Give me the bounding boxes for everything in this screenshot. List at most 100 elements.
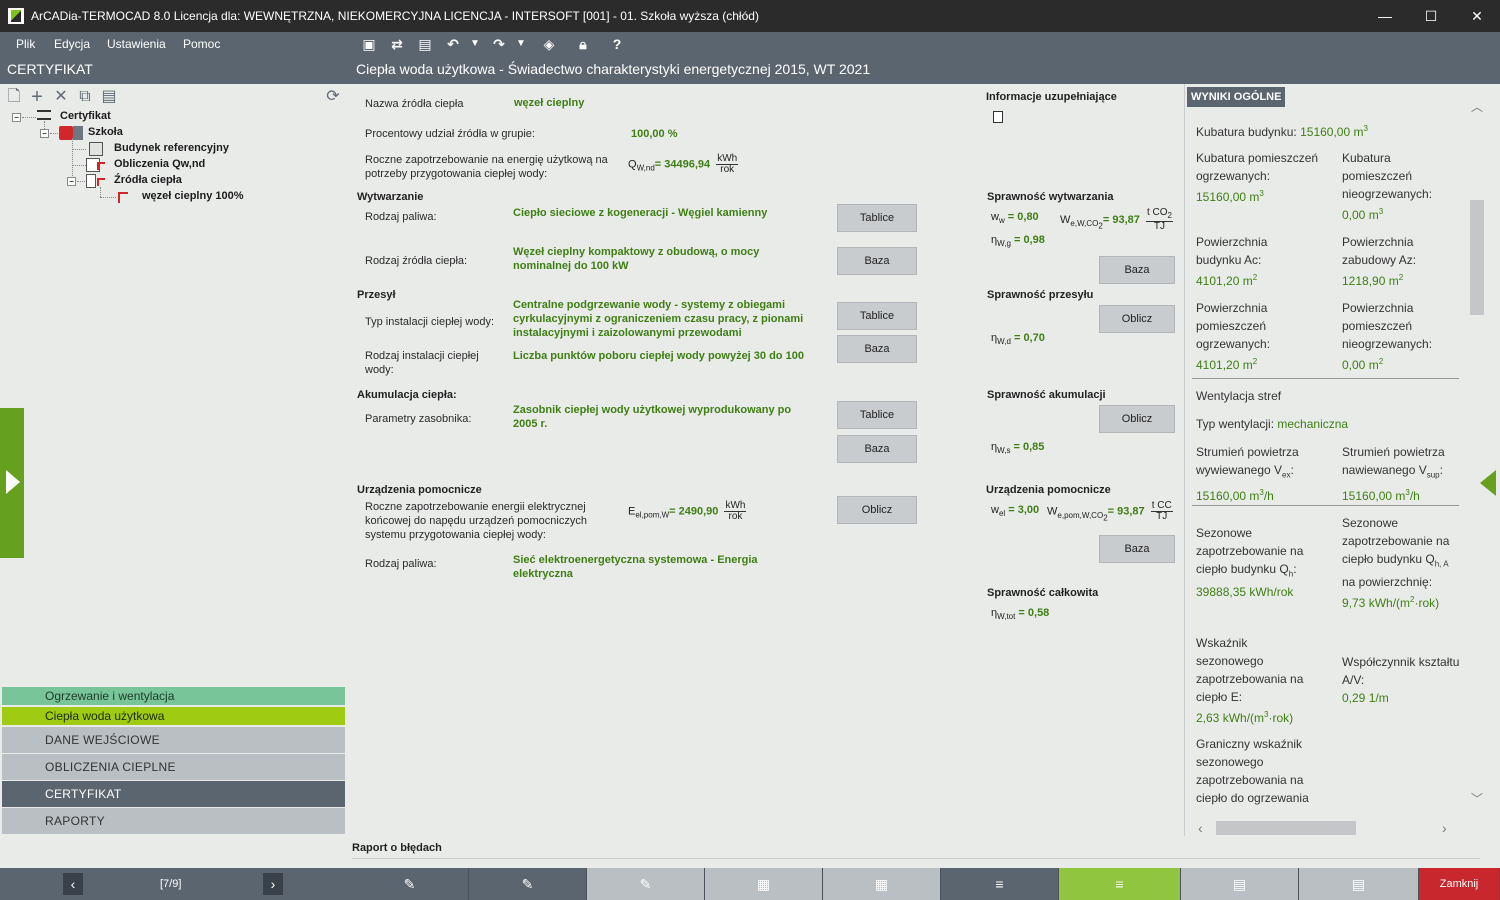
installation-kind-value[interactable]: Liczba punktów poboru ciepłej wody powyż… xyxy=(513,349,813,363)
list-active-icon[interactable]: ≡ xyxy=(1059,868,1181,900)
scroll-thumb[interactable] xyxy=(1470,200,1484,315)
maximize-button[interactable]: ☐ xyxy=(1408,0,1454,32)
reference-building-icon xyxy=(89,142,103,156)
flag-icon xyxy=(97,178,105,186)
copy-icon[interactable]: ⧉ xyxy=(76,88,94,106)
section-transfer: Przesył xyxy=(357,289,396,301)
app-logo-icon xyxy=(8,8,24,24)
notes-icon[interactable] xyxy=(993,111,1003,123)
add-document-icon[interactable]: 🗋 xyxy=(5,88,23,106)
aux-fuel-value[interactable]: Sieć elektroenergetyczna systemowa - Ene… xyxy=(513,553,813,581)
ventilation-type: Typ wentylacji: mechaniczna xyxy=(1196,417,1349,431)
lock-icon[interactable]: 🔒︎ xyxy=(574,35,592,53)
storage-calc-button[interactable]: Oblicz xyxy=(1099,405,1175,433)
delete-icon[interactable]: ✕ xyxy=(52,88,70,106)
menu-help[interactable]: Pomoc xyxy=(183,37,220,51)
layers-icon[interactable]: ◈ xyxy=(540,35,558,53)
save-icon[interactable]: ▣ xyxy=(360,35,378,53)
tank-value[interactable]: Zasobnik ciepłej wody użytkowej wyproduk… xyxy=(513,403,818,431)
paste-icon[interactable]: ▤ xyxy=(100,88,118,106)
table-icon[interactable]: ▦ xyxy=(705,868,823,900)
title-bar: ArCADia-TERMOCAD 8.0 Licencja dla: WEWNĘ… xyxy=(0,0,1500,32)
total-eta-formula: ηW,tot = 0,58 xyxy=(991,607,1050,622)
nav-certificate[interactable]: CERTYFIKAT xyxy=(2,781,345,807)
heat-source-base-button[interactable]: Baza xyxy=(837,247,917,275)
tree-node-szkola[interactable]: Szkoła xyxy=(88,126,123,138)
installation-base-button[interactable]: Baza xyxy=(837,335,917,363)
doc-edit-icon[interactable]: ✎ xyxy=(469,868,587,900)
installation-type-value[interactable]: Centralne podgrzewanie wody - systemy z … xyxy=(513,298,823,340)
next-page-button[interactable]: › xyxy=(263,873,283,895)
redo-icon[interactable]: ↷ xyxy=(490,35,508,53)
storage-eta-formula: ηW,s = 0,85 xyxy=(991,441,1045,456)
fuel-tables-button[interactable]: Tablice xyxy=(837,204,917,232)
installation-tables-button[interactable]: Tablice xyxy=(837,302,917,330)
list-icon xyxy=(37,110,51,120)
tank-label: Parametry zasobnika: xyxy=(365,413,472,425)
table-icon[interactable]: ▦ xyxy=(823,868,941,900)
volume-value: 15160,00 m xyxy=(1300,125,1364,139)
add-icon[interactable]: + xyxy=(28,87,46,107)
menu-edit[interactable]: Edycja xyxy=(54,37,90,51)
nav-reports[interactable]: RAPORTY xyxy=(2,808,345,834)
undo-dropdown-icon[interactable]: ▼ xyxy=(466,35,484,53)
scroll-left-icon[interactable]: ‹ xyxy=(1198,820,1203,836)
scroll-up-icon[interactable]: ︿ xyxy=(1468,98,1486,115)
transfer-calc-button[interactable]: Oblicz xyxy=(1099,305,1175,333)
aux-calc-button[interactable]: Oblicz xyxy=(837,496,917,524)
project-tree: − Certyfikat − Szkoła Budynek referencyj… xyxy=(0,109,348,209)
left-header: CERTYFIKAT xyxy=(0,56,348,84)
collapse-toggle[interactable]: − xyxy=(40,129,49,138)
sync-icon[interactable]: ⇄ xyxy=(388,35,406,53)
preview-icon[interactable]: ▤ xyxy=(416,35,434,53)
prev-page-button[interactable]: ‹ xyxy=(63,873,83,895)
tree-node-obliczenia[interactable]: Obliczenia Qw,nd xyxy=(114,158,205,170)
document-icon[interactable]: ▤ xyxy=(1181,868,1299,900)
shape-factor: Współczynnik kształtu A/V: 0,29 1/m xyxy=(1342,655,1460,705)
heat-source-value[interactable]: Węzeł cieplny kompaktowy z obudową, o mo… xyxy=(513,245,813,273)
doc-edit-icon[interactable]: ✎ xyxy=(351,868,469,900)
nav-heating-ventilation[interactable]: Ogrzewanie i wentylacja xyxy=(2,687,345,705)
list-icon[interactable]: ≡ xyxy=(941,868,1059,900)
nav-input-data[interactable]: DANE WEJŚCIOWE xyxy=(2,727,345,753)
collapse-left-tab-icon[interactable] xyxy=(0,408,24,558)
doc-edit-icon[interactable]: ✎ xyxy=(587,868,705,900)
document-icon[interactable]: ▤ xyxy=(1299,868,1419,900)
tree-toolbar: 🗋 + ✕ ⧉ ▤ ⟳ xyxy=(2,86,347,108)
source-name-value[interactable]: węzeł cieplny xyxy=(514,96,584,110)
close-window-button[interactable]: ✕ xyxy=(1454,0,1500,32)
scroll-right-icon[interactable]: › xyxy=(1442,820,1447,836)
help-icon[interactable]: ? xyxy=(608,35,626,53)
ventilation-title: Wentylacja stref xyxy=(1196,389,1282,403)
collapse-toggle[interactable]: − xyxy=(67,177,76,186)
close-button[interactable]: Zamknij xyxy=(1419,868,1500,900)
tank-base-button[interactable]: Baza xyxy=(837,435,917,463)
section-storage: Akumulacja ciepła: xyxy=(357,389,457,401)
undo-icon[interactable]: ↶ xyxy=(444,35,462,53)
tree-node-zrodla-ciepla[interactable]: Źródła ciepła xyxy=(114,174,182,186)
tree-node-budynek-referencyjny[interactable]: Budynek referencyjny xyxy=(114,142,229,154)
refresh-icon[interactable]: ⟳ xyxy=(324,88,342,106)
minimize-button[interactable]: — xyxy=(1362,0,1408,32)
aux-fuel-label: Rodzaj paliwa: xyxy=(365,558,437,570)
menu-settings[interactable]: Ustawienia xyxy=(107,37,166,51)
menu-file[interactable]: Plik xyxy=(16,37,35,51)
fuel-value[interactable]: Ciepło sieciowe z kogeneracji - Węgiel k… xyxy=(513,206,823,220)
heated-area: Powierzchnia pomieszczeń ogrzewanych: 410… xyxy=(1196,301,1271,372)
redo-dropdown-icon[interactable]: ▼ xyxy=(512,35,530,53)
nav-hot-water[interactable]: Ciepła woda użytkowa xyxy=(2,707,345,725)
error-report-title: Raport o błędach xyxy=(352,842,442,854)
seasonal-demand: Sezonowe zapotrzebowanie na ciepło budyn… xyxy=(1196,526,1304,600)
storage-efficiency-heading: Sprawność akumulacji xyxy=(987,389,1106,401)
tree-node-wezel[interactable]: węzeł cieplny 100% xyxy=(142,190,244,202)
tank-tables-button[interactable]: Tablice xyxy=(837,401,917,429)
pager: ‹ [7/9] › xyxy=(0,868,348,900)
horizontal-scroll-thumb[interactable] xyxy=(1216,821,1356,835)
tree-node-certyfikat[interactable]: Certyfikat xyxy=(60,110,111,122)
gen-base-button[interactable]: Baza xyxy=(1099,256,1175,284)
nav-thermal-calcs[interactable]: OBLICZENIA CIEPLNE xyxy=(2,754,345,780)
aux-base-button[interactable]: Baza xyxy=(1099,535,1175,563)
expand-right-tab-icon[interactable] xyxy=(1478,408,1500,558)
collapse-toggle[interactable]: − xyxy=(12,113,21,122)
scroll-down-icon[interactable]: ﹀ xyxy=(1468,790,1486,807)
